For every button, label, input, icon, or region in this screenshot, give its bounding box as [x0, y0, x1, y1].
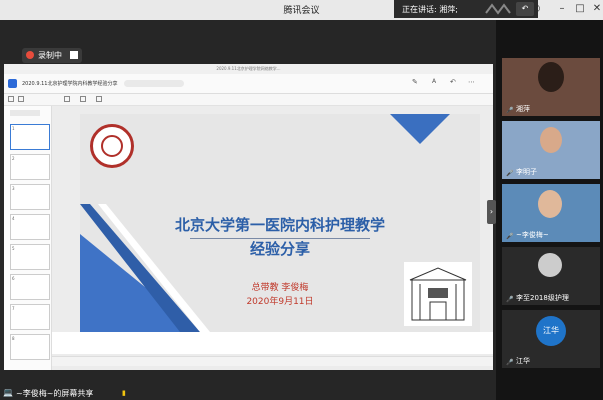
slide-thumbnail[interactable]: 7: [10, 304, 50, 330]
recording-label: 录制中: [38, 51, 62, 60]
document-header: 2020.9.11北京护理学院网络教学...: [4, 64, 493, 74]
shared-presentation-window: 2020.9.11北京护理学院网络教学... 2020.9.11北京护理学院内科…: [4, 64, 493, 370]
participant-tile[interactable]: 🎤 李明子: [502, 121, 600, 179]
participant-name: 李至2018级护理: [516, 294, 569, 302]
undo-small-icon[interactable]: [8, 96, 14, 102]
back-icon[interactable]: ↶: [516, 2, 534, 16]
seal-inner-ring: [101, 135, 123, 157]
thumbnail-panel: 1 2 3 4 5 6 7 8: [4, 106, 52, 370]
mic-icon: 🎤: [506, 233, 514, 240]
recording-badge[interactable]: 录制中: [22, 48, 82, 63]
signal-strength-icon: ▮: [122, 389, 126, 397]
presentation-toolbar: 2020.9.11北京护理学院内科教学经验分享 ✎ A ↶ ⋯: [4, 74, 493, 94]
participant-avatar: 江华: [536, 316, 566, 346]
status-bar: [52, 356, 493, 366]
participant-tile[interactable]: 🎤 李至2018级护理: [502, 247, 600, 305]
participant-tile[interactable]: 🎤 ~李俊梅~: [502, 184, 600, 242]
current-slide: 北京大学第一医院内科护理教学 经验分享 总带教 李俊梅 2020年9月11日: [80, 114, 480, 332]
mic-icon: 🎤: [506, 359, 514, 366]
mic-icon: 🎤: [506, 170, 514, 177]
bottom-bar: 💻 ~李俊梅~的屏幕共享 ▮: [0, 386, 496, 400]
app-logo-icon: [8, 79, 17, 88]
university-seal-logo: [90, 124, 134, 168]
slide-title-line2: 经验分享: [249, 240, 310, 258]
participant-name: 江华: [516, 357, 530, 365]
screen-share-icon: 💻: [3, 388, 13, 397]
slide-thumbnail[interactable]: 4: [10, 214, 50, 240]
secondary-toolbar: [4, 94, 493, 106]
participant-name: 湘萍: [516, 105, 530, 113]
search-bar[interactable]: [124, 80, 184, 87]
participant-video: [538, 62, 564, 92]
participant-video: [538, 190, 562, 218]
collapse-arrow-icon[interactable]: ›: [487, 200, 496, 224]
slide-thumbnail[interactable]: 1: [10, 124, 50, 150]
tool-small-icon-1[interactable]: [64, 96, 70, 102]
tool-icon-1[interactable]: ✎: [412, 78, 418, 86]
mic-icon: 🎤: [506, 107, 514, 114]
slide-thumbnail[interactable]: 5: [10, 244, 50, 270]
audio-wave-icon: [485, 3, 511, 15]
participant-tile[interactable]: 江华 🎤 江华: [502, 310, 600, 368]
document-name: 2020.9.11北京护理学院内科教学经验分享: [22, 81, 118, 87]
speaking-indicator: 正在讲话: 湘萍; ↶: [394, 0, 538, 18]
slide-thumbnail[interactable]: 2: [10, 154, 50, 180]
participant-tile[interactable]: 🎤 湘萍: [502, 58, 600, 116]
participant-name: ~李俊梅~: [516, 231, 549, 239]
redo-small-icon[interactable]: [18, 96, 24, 102]
undo-icon[interactable]: ↶: [450, 78, 456, 86]
screen-share-label: ~李俊梅~的屏幕共享: [16, 389, 94, 398]
slide-area: 北京大学第一医院内科护理教学 经验分享 总带教 李俊梅 2020年9月11日: [52, 106, 493, 370]
more-icon[interactable]: ⋯: [468, 78, 475, 86]
record-dot-icon: [26, 51, 34, 59]
mic-icon: 🎤: [506, 296, 514, 303]
slide-title-line1: 北京大学第一医院内科护理教学: [174, 216, 385, 234]
stop-record-icon[interactable]: [70, 51, 78, 59]
slide-thumbnail[interactable]: 8: [10, 334, 50, 360]
minimize-button[interactable]: –: [556, 3, 568, 15]
speaker-notes[interactable]: [52, 332, 493, 354]
participant-name: 李明子: [516, 168, 537, 176]
close-button[interactable]: ✕: [591, 3, 603, 15]
participant-video: [540, 127, 562, 153]
tool-small-icon-2[interactable]: [80, 96, 86, 102]
slide-thumbnail[interactable]: 6: [10, 274, 50, 300]
participant-avatar: [538, 253, 562, 277]
maximize-button[interactable]: □: [574, 3, 586, 15]
speaking-label: 正在讲话: 湘萍;: [402, 5, 458, 14]
slide-thumbnail[interactable]: 3: [10, 184, 50, 210]
thumbnail-header: [10, 110, 40, 116]
font-icon[interactable]: A: [432, 78, 436, 85]
tool-small-icon-3[interactable]: [96, 96, 102, 102]
building-illustration: [404, 262, 472, 326]
